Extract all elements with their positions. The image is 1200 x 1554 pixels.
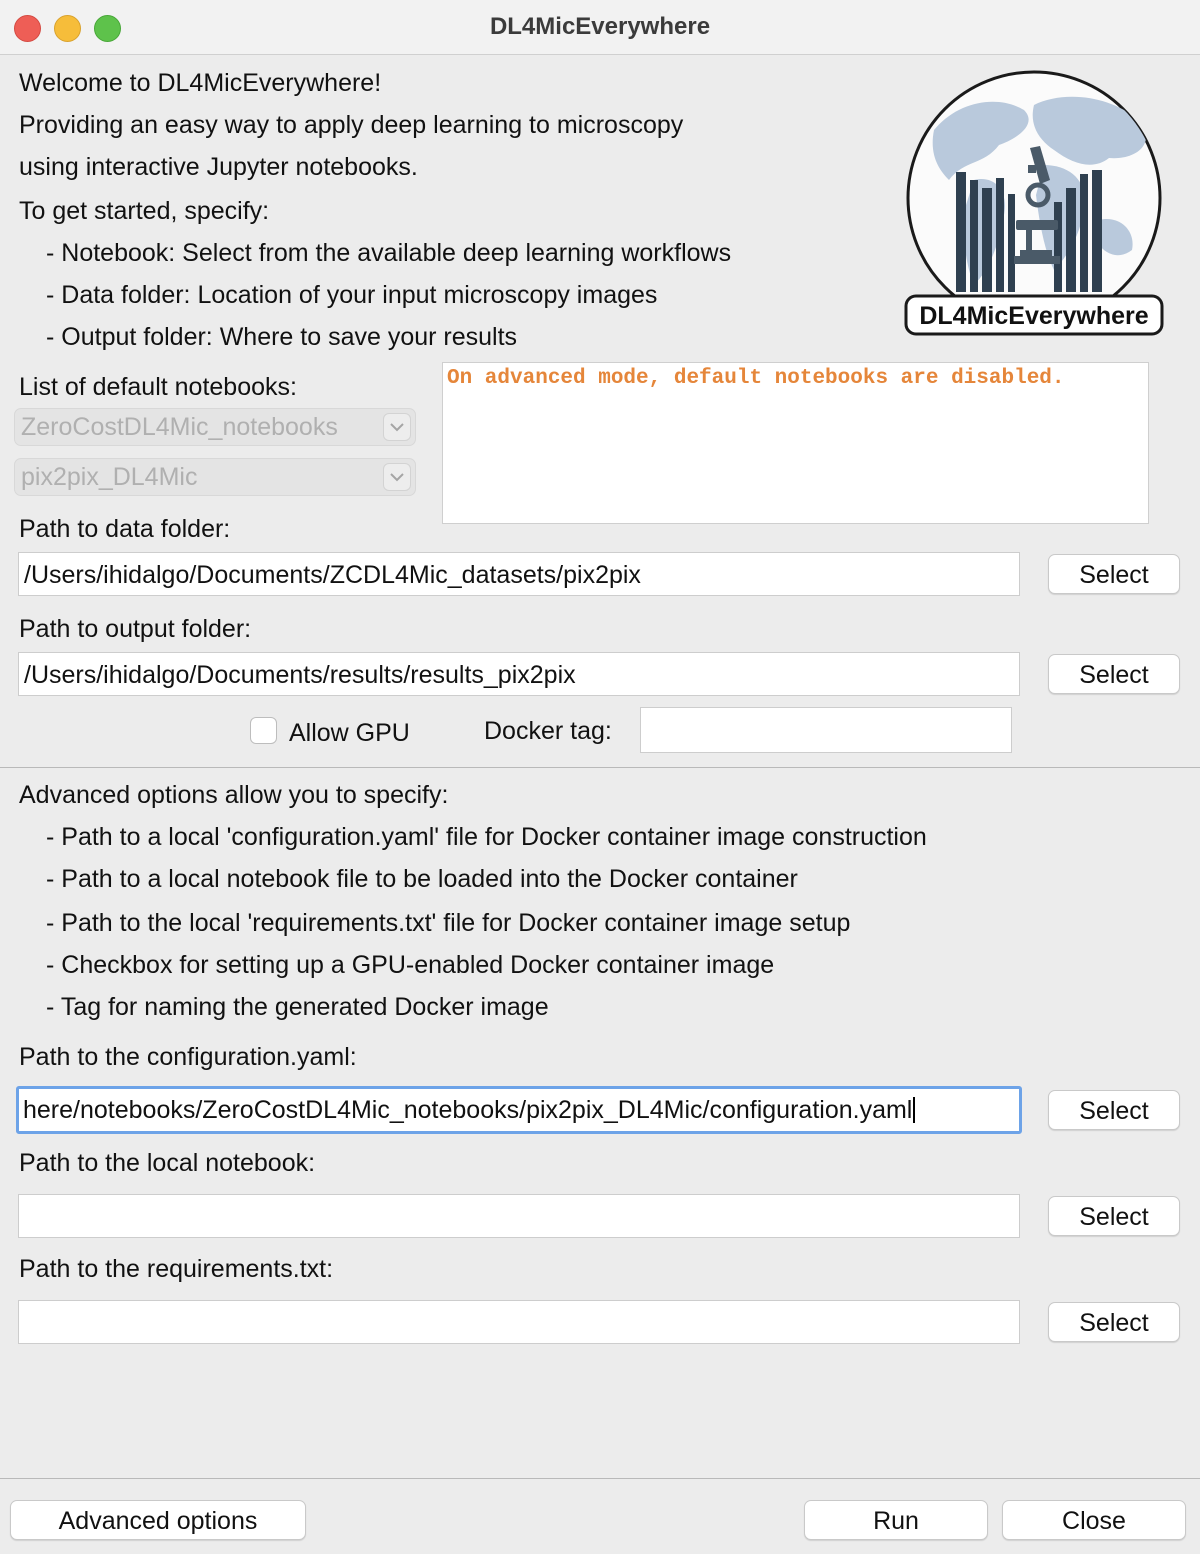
logo-text: DL4MicEverywhere [919, 302, 1148, 330]
chevron-down-icon [383, 463, 411, 491]
chevron-down-icon [383, 413, 411, 441]
run-button[interactable]: Run [804, 1500, 988, 1540]
data-folder-input[interactable]: /Users/ihidalgo/Documents/ZCDL4Mic_datas… [18, 552, 1020, 596]
config-yaml-input[interactable]: here/notebooks/ZeroCostDL4Mic_notebooks/… [16, 1086, 1022, 1134]
advanced-bullet: - Checkbox for setting up a GPU-enabled … [46, 951, 775, 979]
requirements-label: Path to the requirements.txt: [19, 1255, 334, 1283]
local-notebook-select-button[interactable]: Select [1048, 1196, 1180, 1236]
intro-bullet: - Notebook: Select from the available de… [46, 239, 732, 267]
text-caret [913, 1097, 916, 1123]
config-yaml-value: here/notebooks/ZeroCostDL4Mic_notebooks/… [23, 1095, 916, 1125]
output-folder-select-button[interactable]: Select [1048, 654, 1180, 694]
default-notebooks-label: List of default notebooks: [19, 373, 297, 401]
get-started-text: To get started, specify: [19, 197, 270, 225]
notebook-collection-value: ZeroCostDL4Mic_notebooks [21, 413, 338, 441]
app-logo: DL4MicEverywhere [904, 70, 1166, 338]
welcome-text: Welcome to DL4MicEverywhere! [19, 69, 382, 97]
notebook-collection-select[interactable]: ZeroCostDL4Mic_notebooks [14, 408, 416, 446]
globe-microscope-logo-icon: DL4MicEverywhere [904, 70, 1164, 336]
advanced-bullet: - Tag for naming the generated Docker im… [46, 993, 549, 1021]
local-notebook-input[interactable] [18, 1194, 1020, 1238]
requirements-input[interactable] [18, 1300, 1020, 1344]
output-folder-label: Path to output folder: [19, 615, 252, 643]
intro-bullet: - Data folder: Location of your input mi… [46, 281, 658, 309]
intro-text-line3: using interactive Jupyter notebooks. [19, 153, 418, 181]
intro-text-line2: Providing an easy way to apply deep lear… [19, 111, 684, 139]
advanced-bullet: - Path to the local 'requirements.txt' f… [46, 909, 851, 937]
advanced-bullet: - Path to a local 'configuration.yaml' f… [46, 823, 927, 851]
output-folder-input[interactable]: /Users/ihidalgo/Documents/results/result… [18, 652, 1020, 696]
config-yaml-label: Path to the configuration.yaml: [19, 1043, 357, 1071]
config-yaml-select-button[interactable]: Select [1048, 1090, 1180, 1130]
notebook-value: pix2pix_DL4Mic [21, 463, 198, 491]
footer-divider [0, 1478, 1200, 1479]
allow-gpu-checkbox[interactable] [250, 717, 277, 744]
advanced-bullet: - Path to a local notebook file to be lo… [46, 865, 798, 893]
title-bar: DL4MicEverywhere [0, 0, 1200, 55]
allow-gpu-label: Allow GPU [289, 719, 410, 747]
data-folder-label: Path to data folder: [19, 515, 231, 543]
notebook-info-box: On advanced mode, default notebooks are … [442, 362, 1149, 524]
notebook-select[interactable]: pix2pix_DL4Mic [14, 458, 416, 496]
intro-bullet: - Output folder: Where to save your resu… [46, 323, 518, 351]
advanced-options-button[interactable]: Advanced options [10, 1500, 306, 1540]
data-folder-value: /Users/ihidalgo/Documents/ZCDL4Mic_datas… [24, 561, 641, 589]
window-title: DL4MicEverywhere [489, 13, 711, 40]
docker-tag-label: Docker tag: [484, 717, 612, 745]
advanced-heading: Advanced options allow you to specify: [19, 781, 449, 809]
output-folder-value: /Users/ihidalgo/Documents/results/result… [24, 661, 576, 689]
requirements-select-button[interactable]: Select [1048, 1302, 1180, 1342]
section-divider [0, 767, 1200, 768]
data-folder-select-button[interactable]: Select [1048, 554, 1180, 594]
local-notebook-label: Path to the local notebook: [19, 1149, 316, 1177]
docker-tag-input[interactable] [640, 707, 1012, 753]
close-button[interactable]: Close [1002, 1500, 1186, 1540]
advanced-mode-message: On advanced mode, default notebooks are … [447, 367, 1065, 390]
